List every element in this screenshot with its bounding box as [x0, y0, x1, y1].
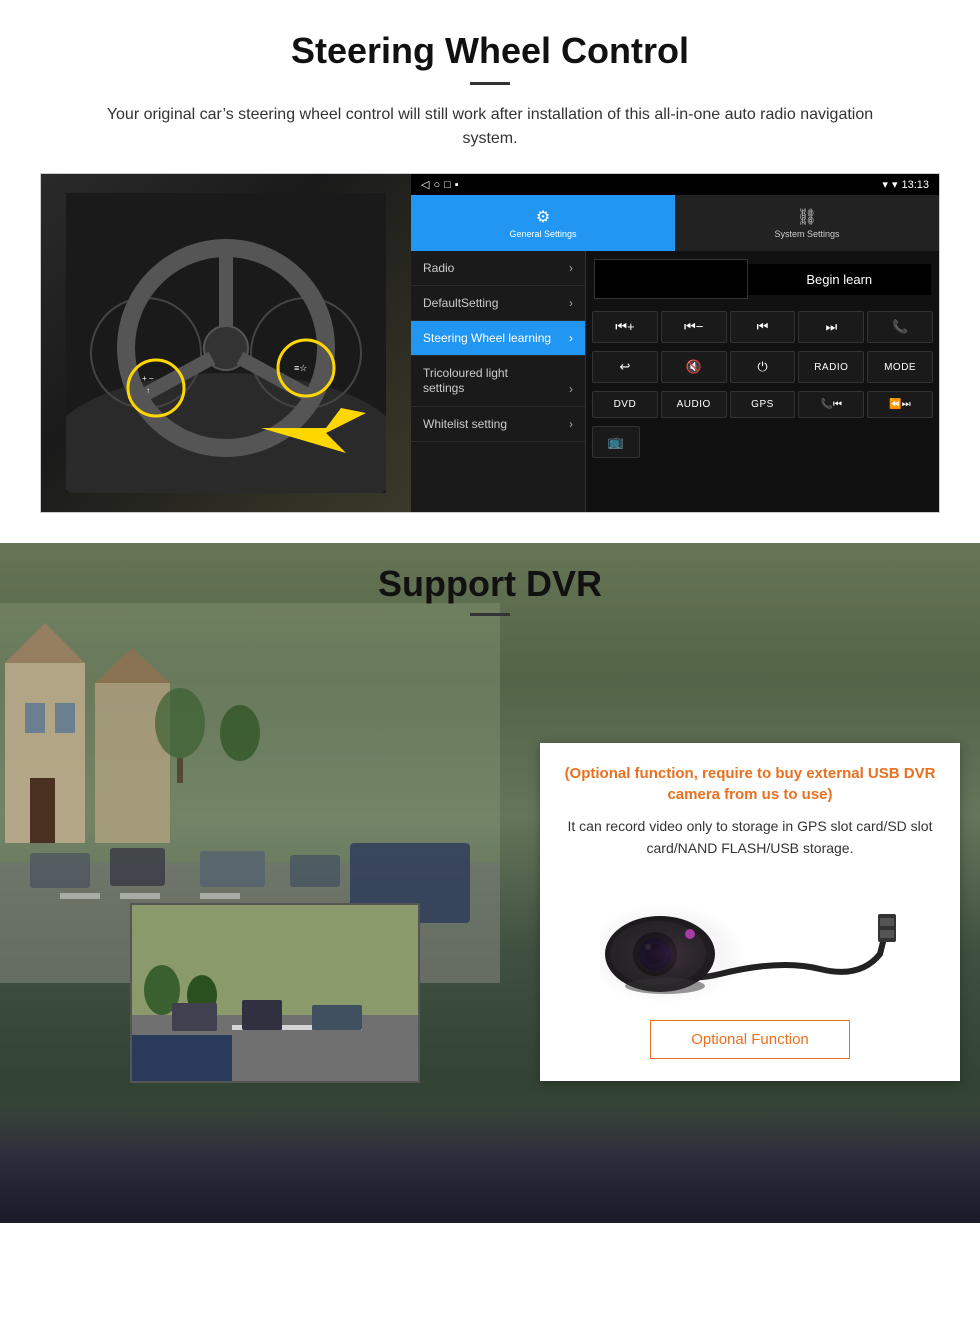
steering-subtitle: Your original car’s steering wheel contr…	[80, 103, 900, 151]
ctrl-buttons-row1: ⏮+ ⏮− ⏮ ⏭ 📞	[586, 307, 939, 347]
android-tabs: ⚙ General Settings ⛓ System Settings	[411, 195, 939, 251]
svg-text:↑: ↑	[146, 386, 150, 395]
steering-title: Steering Wheel Control	[40, 30, 940, 72]
dvr-camera-image	[600, 874, 900, 1004]
ctrl-buttons-row2: ↩ 🔇 ⏻ RADIO MODE	[586, 347, 939, 387]
system-icon: ⛓	[797, 207, 817, 227]
tab-system-label: System Settings	[774, 229, 839, 239]
dvr-title-area: Support DVR	[0, 543, 980, 616]
settings-icon: ⚙	[536, 207, 550, 227]
steering-demo-container: + − ↑ ≡☆ ◁ ○ □ ▪ ▾ ▾ 13:13	[40, 173, 940, 513]
menu-item-tricoloured[interactable]: Tricoloured light settings ›	[411, 356, 585, 407]
menu-default-arrow: ›	[569, 296, 573, 310]
tab-general-settings[interactable]: ⚙ General Settings	[411, 195, 675, 251]
android-statusbar: ◁ ○ □ ▪ ▾ ▾ 13:13	[411, 174, 939, 195]
menu-item-radio[interactable]: Radio ›	[411, 251, 585, 286]
steering-wheel-svg: + − ↑ ≡☆	[66, 193, 386, 493]
menu-tricoloured-sublabel: settings	[423, 381, 464, 395]
wifi-icon: ▾	[892, 178, 898, 191]
menu-item-defaultsetting[interactable]: DefaultSetting ›	[411, 286, 585, 321]
ctrl-gps[interactable]: GPS	[730, 391, 796, 418]
menu-steering-label: Steering Wheel learning	[423, 331, 551, 345]
menu-list: Radio › DefaultSetting › Steering Wheel …	[411, 251, 586, 512]
nav-menu-icon: ▪	[455, 179, 459, 191]
title-divider	[470, 82, 510, 85]
menu-tricoloured-label: Tricoloured light	[423, 366, 508, 380]
dvr-title: Support DVR	[0, 563, 980, 605]
ctrl-audio[interactable]: AUDIO	[661, 391, 727, 418]
menu-tricoloured-arrow: ›	[569, 382, 573, 396]
dvr-preview-svg	[132, 905, 420, 1083]
dvr-background: Support DVR	[0, 543, 980, 1223]
begin-learn-button[interactable]: Begin learn	[748, 264, 932, 295]
ctrl-phone-prev[interactable]: 📞⏮	[798, 391, 864, 418]
nav-recent-icon: □	[444, 179, 451, 191]
steering-photo: + − ↑ ≡☆	[41, 174, 411, 512]
menu-radio-label: Radio	[423, 261, 454, 275]
ctrl-prev-next[interactable]: ⏪⏭	[867, 391, 933, 418]
begin-learn-empty-box	[594, 259, 748, 299]
ctrl-extra[interactable]: 📺	[592, 426, 640, 458]
tab-system-settings[interactable]: ⛓ System Settings	[675, 195, 939, 251]
dvr-desc-text: It can record video only to storage in G…	[562, 815, 938, 860]
optional-function-button[interactable]: Optional Function	[650, 1020, 850, 1059]
ctrl-back[interactable]: ↩	[592, 351, 658, 383]
ctrl-radio[interactable]: RADIO	[798, 351, 864, 383]
svg-text:+ −: + −	[142, 374, 154, 383]
ctrl-power[interactable]: ⏻	[730, 351, 796, 383]
status-time: 13:13	[901, 179, 929, 191]
ctrl-vol-up[interactable]: ⏮+	[592, 311, 658, 343]
dvr-screen-preview	[130, 903, 420, 1083]
ctrl-mode[interactable]: MODE	[867, 351, 933, 383]
signal-icon: ▾	[882, 178, 888, 191]
menu-right-panel: Begin learn ⏮+ ⏮− ⏮ ⏭ 📞 ↩ 🔇 ⏻	[586, 251, 939, 512]
tab-general-label: General Settings	[509, 229, 576, 239]
ctrl-row4: 📺	[586, 422, 939, 462]
ctrl-buttons-row3: DVD AUDIO GPS 📞⏮ ⏪⏭	[586, 387, 939, 422]
dvr-divider	[470, 613, 510, 616]
ctrl-phone[interactable]: 📞	[867, 311, 933, 343]
android-content: Radio › DefaultSetting › Steering Wheel …	[411, 251, 939, 512]
dvr-infobox: (Optional function, require to buy exter…	[540, 743, 960, 1081]
dash-overlay	[0, 1103, 980, 1223]
ctrl-vol-down[interactable]: ⏮−	[661, 311, 727, 343]
dvr-section: Support DVR	[0, 513, 980, 1223]
nav-home-icon: ○	[433, 179, 440, 191]
ctrl-next[interactable]: ⏭	[798, 311, 864, 343]
menu-whitelist-arrow: ›	[569, 417, 573, 431]
menu-item-whitelist[interactable]: Whitelist setting ›	[411, 407, 585, 442]
svg-text:≡☆: ≡☆	[294, 363, 307, 373]
menu-default-label: DefaultSetting	[423, 296, 498, 310]
ctrl-mute[interactable]: 🔇	[661, 351, 727, 383]
menu-item-steering-learning[interactable]: Steering Wheel learning ›	[411, 321, 585, 356]
menu-steering-arrow: ›	[569, 331, 573, 345]
steering-section: Steering Wheel Control Your original car…	[0, 0, 980, 513]
dvr-camera-svg	[600, 874, 900, 1004]
android-panel: ◁ ○ □ ▪ ▾ ▾ 13:13 ⚙ General Settings ⛓ S…	[411, 174, 939, 512]
ctrl-prev[interactable]: ⏮	[730, 311, 796, 343]
begin-learn-row: Begin learn	[586, 251, 939, 307]
ctrl-dvd[interactable]: DVD	[592, 391, 658, 418]
dvr-optional-text: (Optional function, require to buy exter…	[562, 763, 938, 805]
menu-whitelist-label: Whitelist setting	[423, 417, 507, 431]
nav-back-icon: ◁	[421, 178, 429, 191]
menu-radio-arrow: ›	[569, 261, 573, 275]
